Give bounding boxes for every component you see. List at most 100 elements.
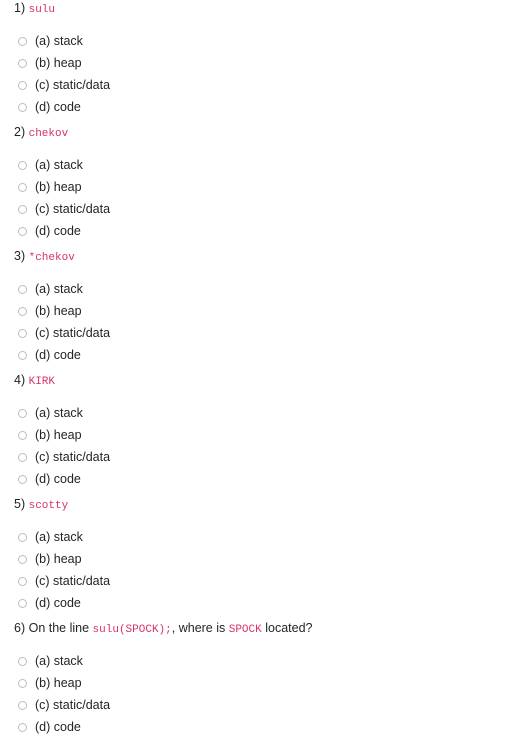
question-prompt: 3) *chekov xyxy=(0,248,516,266)
option-label: (a) stack xyxy=(35,530,83,544)
question-text: On the line xyxy=(28,621,93,635)
option-row[interactable]: (b) heap xyxy=(0,424,516,446)
radio-unchecked-icon[interactable] xyxy=(18,598,27,608)
options-list: (a) stack (b) heap (c) static/data (d) code xyxy=(0,402,516,490)
inline-code: chekov xyxy=(28,128,69,140)
radio-unchecked-icon[interactable] xyxy=(18,226,27,236)
option-label: (a) stack xyxy=(35,282,83,296)
radio-unchecked-icon[interactable] xyxy=(18,474,27,484)
radio-unchecked-icon[interactable] xyxy=(18,722,27,732)
option-label: (a) stack xyxy=(35,34,83,48)
question-prompt: 4) KIRK xyxy=(0,372,516,390)
radio-unchecked-icon[interactable] xyxy=(18,656,27,666)
option-row[interactable]: (c) static/data xyxy=(0,570,516,592)
radio-unchecked-icon[interactable] xyxy=(18,452,27,462)
question-number: 2) xyxy=(14,125,26,139)
option-label: (b) heap xyxy=(35,428,82,442)
radio-unchecked-icon[interactable] xyxy=(18,328,27,338)
option-row[interactable]: (d) code xyxy=(0,468,516,490)
option-row[interactable]: (d) code xyxy=(0,96,516,118)
radio-unchecked-icon[interactable] xyxy=(18,576,27,586)
option-label: (c) static/data xyxy=(35,698,111,712)
option-row[interactable]: (c) static/data xyxy=(0,694,516,716)
options-list: (a) stack (b) heap (c) static/data (d) code xyxy=(0,526,516,614)
radio-unchecked-icon[interactable] xyxy=(18,160,27,170)
option-row[interactable]: (d) code xyxy=(0,344,516,366)
option-row[interactable]: (b) heap xyxy=(0,176,516,198)
radio-unchecked-icon[interactable] xyxy=(18,58,27,68)
inline-code: *chekov xyxy=(28,252,75,264)
option-label: (d) code xyxy=(35,596,81,610)
option-label: (b) heap xyxy=(35,304,82,318)
options-list: (a) stack (b) heap (c) static/data (d) code xyxy=(0,154,516,242)
option-row[interactable]: (a) stack xyxy=(0,402,516,424)
radio-unchecked-icon[interactable] xyxy=(18,532,27,542)
option-row[interactable]: (a) stack xyxy=(0,650,516,672)
radio-unchecked-icon[interactable] xyxy=(18,36,27,46)
question-block: 3) *chekov (a) stack (b) heap (c) static/da… xyxy=(0,248,516,372)
option-label: (d) code xyxy=(35,100,81,114)
option-label: (d) code xyxy=(35,720,81,734)
option-row[interactable]: (b) heap xyxy=(0,52,516,74)
inline-code: sulu(SPOCK); xyxy=(92,624,172,636)
question-number: 5) xyxy=(14,497,26,511)
question-number: 1) xyxy=(14,1,26,15)
option-row[interactable]: (a) stack xyxy=(0,278,516,300)
radio-unchecked-icon[interactable] xyxy=(18,350,27,360)
inline-code: SPOCK xyxy=(228,624,262,636)
question-prompt: 6) On the line sulu(SPOCK);, where is SP… xyxy=(0,620,516,638)
inline-code: sulu xyxy=(28,4,56,16)
option-row[interactable]: (d) code xyxy=(0,716,516,738)
option-row[interactable]: (a) stack xyxy=(0,154,516,176)
question-prompt: 1) sulu xyxy=(0,0,516,18)
option-row[interactable]: (c) static/data xyxy=(0,322,516,344)
option-label: (c) static/data xyxy=(35,326,111,340)
radio-unchecked-icon[interactable] xyxy=(18,430,27,440)
inline-code: KIRK xyxy=(28,376,56,388)
radio-unchecked-icon[interactable] xyxy=(18,700,27,710)
option-label: (d) code xyxy=(35,348,81,362)
option-label: (d) code xyxy=(35,224,81,238)
option-label: (c) static/data xyxy=(35,450,111,464)
radio-unchecked-icon[interactable] xyxy=(18,408,27,418)
option-row[interactable]: (c) static/data xyxy=(0,446,516,468)
option-label: (a) stack xyxy=(35,406,83,420)
option-row[interactable]: (c) static/data xyxy=(0,74,516,96)
option-label: (b) heap xyxy=(35,180,82,194)
radio-unchecked-icon[interactable] xyxy=(18,306,27,316)
option-row[interactable]: (b) heap xyxy=(0,672,516,694)
option-row[interactable]: (d) code xyxy=(0,592,516,614)
question-block: 4) KIRK (a) stack (b) heap (c) static/data(… xyxy=(0,372,516,496)
radio-unchecked-icon[interactable] xyxy=(18,284,27,294)
option-row[interactable]: (d) code xyxy=(0,220,516,242)
radio-unchecked-icon[interactable] xyxy=(18,554,27,564)
option-row[interactable]: (b) heap xyxy=(0,548,516,570)
option-label: (a) stack xyxy=(35,654,83,668)
radio-unchecked-icon[interactable] xyxy=(18,182,27,192)
radio-unchecked-icon[interactable] xyxy=(18,678,27,688)
option-label: (c) static/data xyxy=(35,202,111,216)
option-label: (b) heap xyxy=(35,56,82,70)
question-block: 6) On the line sulu(SPOCK);, where is SP… xyxy=(0,620,516,744)
option-row[interactable]: (a) stack xyxy=(0,30,516,52)
question-block: 2) chekov (a) stack (b) heap (c) static/dat… xyxy=(0,124,516,248)
question-number: 3) xyxy=(14,249,26,263)
option-label: (b) heap xyxy=(35,552,82,566)
question-prompt: 5) scotty xyxy=(0,496,516,514)
radio-unchecked-icon[interactable] xyxy=(18,80,27,90)
radio-unchecked-icon[interactable] xyxy=(18,204,27,214)
option-row[interactable]: (c) static/data xyxy=(0,198,516,220)
option-row[interactable]: (b) heap xyxy=(0,300,516,322)
option-row[interactable]: (a) stack xyxy=(0,526,516,548)
question-prompt: 2) chekov xyxy=(0,124,516,142)
options-list: (a) stack (b) heap (c) static/data (d) code xyxy=(0,278,516,366)
radio-unchecked-icon[interactable] xyxy=(18,102,27,112)
option-label: (d) code xyxy=(35,472,81,486)
inline-code: scotty xyxy=(28,500,69,512)
